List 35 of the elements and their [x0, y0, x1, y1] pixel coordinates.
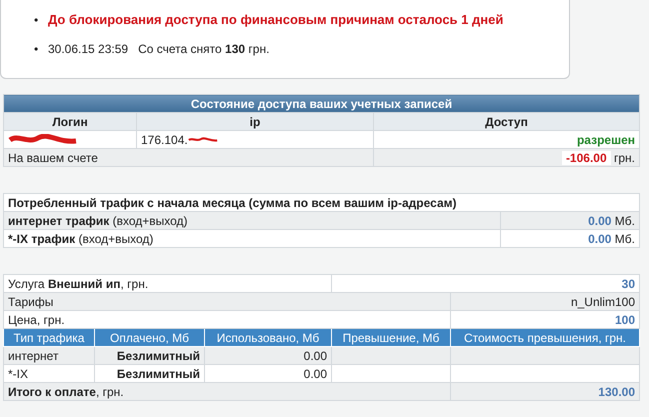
traffic-value: 0.00	[588, 214, 612, 228]
warning-text: До блокирования доступа по финансовым причинам осталось 1 дней	[48, 12, 504, 27]
column-header: Стоимость превышения, грн.	[450, 328, 640, 346]
traffic-label: интернет трафик	[8, 214, 110, 228]
traffic-value: 0.00	[588, 232, 612, 246]
service-price: 30	[332, 274, 640, 292]
bullet: •	[34, 13, 40, 27]
column-header: Логин	[4, 112, 136, 130]
unit-label: Мб.	[614, 214, 635, 228]
traffic-note: (вход+выход)	[78, 232, 154, 246]
traffic-type: интернет	[4, 346, 94, 364]
charge-date: 30.06.15 23:59	[48, 42, 128, 56]
paid-amount: Безлимитный	[94, 346, 204, 364]
traffic-note: (вход+выход)	[112, 214, 188, 228]
currency-unit: грн.	[614, 150, 635, 164]
balance-label: На вашем счете	[4, 148, 374, 166]
charge-text: Со счета снято 130 грн.	[138, 42, 270, 56]
unit-label: Мб.	[614, 232, 635, 246]
tariff-name: n_Unlim100	[450, 292, 640, 310]
traffic-label: *-IX трафик	[8, 232, 76, 246]
used-amount: 0.00	[204, 346, 332, 364]
bullet: •	[34, 42, 40, 56]
table-title: Потребленный трафик с начала месяца (сумма по всем вашим ip-адресам)	[4, 194, 640, 212]
column-header: Тип трафика	[4, 328, 94, 346]
total-amount: 130.00	[450, 382, 640, 400]
column-header: ip	[136, 112, 374, 130]
tariff-label: Тарифы	[4, 292, 450, 310]
column-header: Использовано, Мб	[204, 328, 332, 346]
balance-amount: -106.00	[562, 150, 611, 164]
column-header: Оплачено, Мб	[94, 328, 204, 346]
total-label: Итого к оплате, грн.	[4, 382, 450, 400]
column-header: Превышение, Мб	[332, 328, 450, 346]
service-label: Услуга Внешний ип, грн.	[4, 274, 332, 292]
column-header: Доступ	[374, 112, 640, 130]
table-title: Состояние доступа ваших учетных записей	[4, 94, 640, 112]
